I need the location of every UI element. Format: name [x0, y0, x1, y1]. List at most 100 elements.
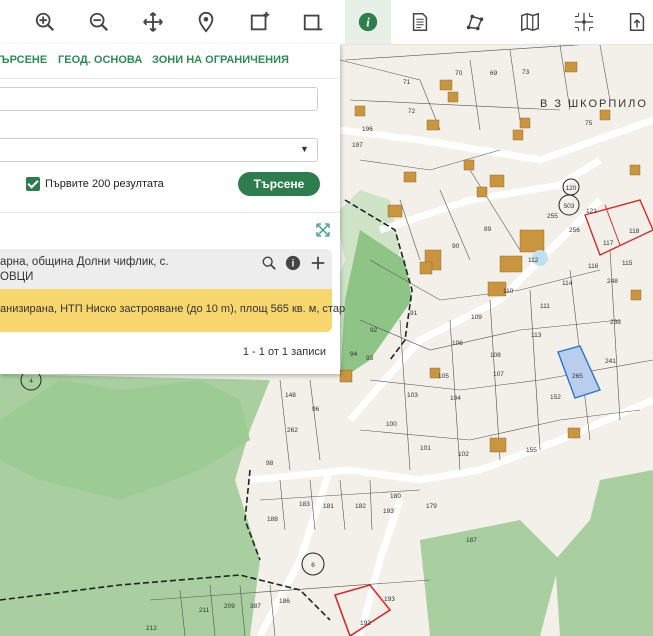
result-warning-text: анизирана, НТП Ниско застрояване (до 10 … [0, 303, 346, 315]
svg-text:6: 6 [311, 562, 315, 569]
svg-text:114: 114 [562, 280, 573, 287]
polygon-measure-icon[interactable] [452, 0, 498, 44]
svg-text:121: 121 [586, 208, 597, 215]
svg-text:116: 116 [588, 263, 599, 270]
first200-label: Първите 200 резултата [45, 178, 164, 190]
svg-text:193: 193 [383, 508, 394, 515]
svg-text:209: 209 [224, 603, 235, 610]
zoom-to-icon[interactable] [260, 254, 278, 272]
panel-tabs: ЪРСЕНЕ ГЕОД. ОСНОВА ЗОНИ НА ОГРАНИЧЕНИЯ [0, 44, 340, 79]
coordinates-icon[interactable] [561, 0, 607, 44]
svg-text:i: i [292, 259, 295, 270]
add-icon[interactable] [309, 254, 327, 272]
search-panel: ЪРСЕНЕ ГЕОД. ОСНОВА ЗОНИ НА ОГРАНИЧЕНИЯ … [0, 44, 345, 374]
svg-text:248: 248 [607, 278, 618, 285]
svg-text:i: i [366, 16, 370, 30]
svg-text:98: 98 [266, 460, 274, 467]
svg-text:69: 69 [490, 70, 498, 77]
svg-text:4: 4 [29, 378, 33, 385]
svg-text:В З ШКОРПИЛО: В З ШКОРПИЛО [540, 98, 648, 110]
svg-text:102: 102 [458, 451, 469, 458]
result-line1: арна, община Долни чифлик, с. [0, 256, 169, 268]
divider [0, 212, 340, 213]
info-circle-icon[interactable]: i [284, 254, 302, 272]
tab-search[interactable]: ЪРСЕНЕ [0, 54, 47, 66]
tab-geodetic-base[interactable]: ГЕОД. ОСНОВА [58, 54, 142, 66]
svg-text:104: 104 [450, 395, 461, 402]
svg-text:107: 107 [493, 371, 504, 378]
tab-restriction-zones[interactable]: ЗОНИ НА ОГРАНИЧЕНИЯ [152, 54, 289, 66]
svg-text:89: 89 [484, 226, 492, 233]
svg-text:100: 100 [386, 421, 397, 428]
svg-text:93: 93 [366, 355, 374, 362]
svg-text:105: 105 [438, 373, 449, 380]
svg-text:96: 96 [312, 406, 320, 413]
zoom-in-icon[interactable] [22, 0, 68, 44]
svg-text:193: 193 [384, 596, 395, 603]
svg-text:112: 112 [528, 257, 539, 264]
svg-text:241: 241 [605, 358, 616, 365]
info-icon[interactable]: i [345, 0, 391, 44]
svg-text:256: 256 [569, 227, 580, 234]
search-select[interactable] [0, 138, 318, 162]
svg-text:110: 110 [503, 288, 514, 295]
pan-icon[interactable] [130, 0, 176, 44]
svg-text:75: 75 [585, 120, 593, 127]
select-rectangle-icon[interactable] [237, 0, 283, 44]
svg-text:111: 111 [540, 303, 550, 310]
svg-text:155: 155 [526, 447, 537, 454]
result-line2: ОВЦИ [0, 271, 34, 283]
svg-text:192: 192 [360, 620, 371, 627]
svg-text:182: 182 [355, 503, 366, 510]
svg-text:179: 179 [426, 503, 437, 510]
svg-text:117: 117 [603, 240, 614, 247]
svg-text:387: 387 [250, 603, 261, 610]
zoom-out-icon[interactable] [76, 0, 122, 44]
svg-text:197: 197 [352, 142, 363, 149]
svg-text:108: 108 [490, 352, 501, 359]
svg-text:186: 186 [279, 598, 290, 605]
svg-text:91: 91 [410, 310, 418, 317]
svg-text:183: 183 [299, 501, 310, 508]
result-count: 1 - 1 от 1 записи [242, 346, 326, 358]
svg-text:180: 180 [390, 493, 401, 500]
svg-text:71: 71 [403, 79, 411, 86]
svg-text:106: 106 [452, 340, 463, 347]
location-pin-icon[interactable] [183, 0, 229, 44]
search-button[interactable]: Търсене [238, 172, 320, 196]
export-icon[interactable] [614, 0, 653, 44]
svg-text:181: 181 [323, 503, 334, 510]
svg-text:92: 92 [370, 327, 378, 334]
search-input[interactable] [0, 87, 318, 111]
svg-text:103: 103 [407, 392, 418, 399]
svg-text:90: 90 [452, 243, 460, 250]
svg-text:187: 187 [466, 537, 477, 544]
svg-text:94: 94 [350, 351, 358, 358]
svg-text:152: 152 [550, 394, 561, 401]
expand-icon[interactable] [316, 223, 330, 237]
svg-text:101: 101 [420, 445, 431, 452]
svg-text:115: 115 [622, 260, 633, 267]
result-header[interactable] [0, 249, 332, 289]
svg-text:255: 255 [547, 213, 558, 220]
svg-text:503: 503 [564, 203, 575, 210]
first200-checkbox[interactable] [26, 177, 40, 191]
svg-text:113: 113 [531, 332, 542, 339]
map-layers-icon[interactable] [507, 0, 553, 44]
svg-text:211: 211 [199, 607, 210, 614]
svg-text:188: 188 [267, 516, 278, 523]
svg-text:265: 265 [572, 373, 583, 380]
svg-text:238: 238 [610, 319, 621, 326]
svg-text:109: 109 [471, 314, 482, 321]
svg-text:118: 118 [629, 228, 640, 235]
svg-text:73: 73 [522, 69, 530, 76]
svg-text:72: 72 [408, 108, 416, 115]
svg-text:148: 148 [285, 392, 296, 399]
document-list-icon[interactable] [397, 0, 443, 44]
svg-text:212: 212 [146, 625, 157, 632]
svg-text:196: 196 [362, 126, 373, 133]
svg-text:262: 262 [287, 427, 298, 434]
svg-text:70: 70 [455, 70, 463, 77]
deselect-rectangle-icon[interactable] [290, 0, 336, 44]
map-toolbar: i [0, 0, 653, 45]
